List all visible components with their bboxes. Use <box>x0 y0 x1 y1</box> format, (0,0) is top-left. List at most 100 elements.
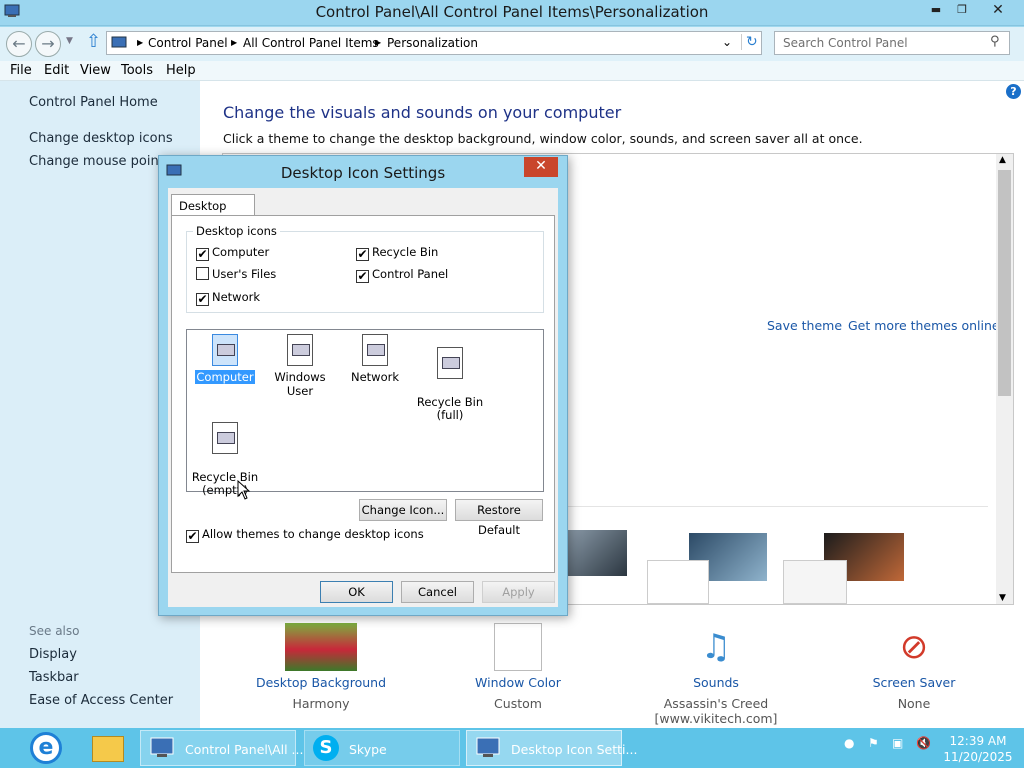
back-button[interactable]: ← <box>6 31 32 57</box>
recent-pages-icon[interactable]: ▼ <box>66 36 73 46</box>
tab-page: Desktop icons ✔ Computer User's Files ✔ Ne… <box>171 215 555 573</box>
icon-item-network[interactable]: Network <box>335 334 415 384</box>
screen-saver-icon: ⊘ <box>899 627 929 667</box>
dialog-body: Desktop Icons Desktop icons ✔Computer Us… <box>168 188 558 607</box>
taskbar-item-control-panel[interactable]: Control Panel\All ... <box>140 730 303 766</box>
icon-item-recycle-bin-empty[interactable]: Recycle Bin (empty) <box>185 409 265 497</box>
control-panel-icon <box>150 737 174 757</box>
desktop-icon-list[interactable]: Computer Windows User Network Recycle Bi… <box>185 329 544 497</box>
screen-saver-label[interactable]: Screen Saver <box>824 675 1004 690</box>
taskbar-item-desktop-icon-settings[interactable]: Desktop Icon Setti... <box>466 730 637 766</box>
sounds-item[interactable]: ♫ Sounds Assassin's Creed [www.vikitech.… <box>618 623 814 726</box>
theme-thumbnail[interactable] <box>647 560 709 604</box>
checkbox-label: Control Panel <box>372 267 449 281</box>
ok-button[interactable]: OK <box>320 581 393 603</box>
see-also-heading: See also <box>29 624 80 638</box>
cancel-button[interactable]: Cancel <box>401 581 474 603</box>
sidebar-taskbar[interactable]: Taskbar <box>29 670 79 685</box>
window-titlebar: Control Panel\All Control Panel Items\Pe… <box>0 0 1024 26</box>
icon-item-computer[interactable]: Computer <box>185 334 265 384</box>
checkbox-computer[interactable]: ✔ Computer <box>196 245 269 261</box>
menu-view[interactable]: View <box>80 63 111 78</box>
breadcrumb-personalization[interactable]: Personalization <box>387 36 478 50</box>
dialog-close-button[interactable]: ✕ <box>524 157 558 177</box>
scroll-down-icon[interactable]: ▼ <box>999 593 1006 603</box>
minimize-button[interactable]: ▬ <box>924 0 948 20</box>
network-icon[interactable]: ▣ <box>892 736 903 750</box>
address-field[interactable]: ▶ Control Panel ▶ All Control Panel Item… <box>106 31 762 55</box>
window-color-item[interactable]: Window Color Custom <box>428 623 608 711</box>
save-theme-link[interactable]: Save theme <box>767 318 842 333</box>
screen-saver-item[interactable]: ⊘ Screen Saver None <box>824 623 1004 711</box>
checkbox-control-panel[interactable]: ✔ Control Panel <box>356 267 448 283</box>
system-clock[interactable]: 12:39 AM 11/20/2025 <box>938 733 1018 765</box>
up-button[interactable]: ⇧ <box>86 31 101 52</box>
refresh-icon[interactable]: ↻ <box>741 34 758 50</box>
maximize-button[interactable]: ❐ <box>950 0 974 20</box>
icon-item-windows-user[interactable]: Windows User <box>260 334 340 398</box>
sounds-value: Assassin's Creed [www.vikitech.com] <box>654 696 778 726</box>
menu-edit[interactable]: Edit <box>44 63 69 78</box>
checkbox-unchecked-icon <box>196 267 209 280</box>
desktop-background-item[interactable]: Desktop Background Harmony <box>231 623 411 711</box>
restore-default-button[interactable]: Restore Default <box>455 499 543 537</box>
search-input[interactable]: Search Control Panel <box>774 31 1010 55</box>
change-icon-button[interactable]: Change Icon... <box>359 499 447 521</box>
checkbox-recycle-bin[interactable]: ✔ Recycle Bin <box>356 245 438 261</box>
sidebar-display[interactable]: Display <box>29 647 77 662</box>
desktop-background-label[interactable]: Desktop Background <box>231 675 411 690</box>
breadcrumb-control-panel[interactable]: Control Panel <box>148 36 228 50</box>
sidebar-ease-of-access[interactable]: Ease of Access Center <box>29 693 173 708</box>
control-panel-icon <box>476 737 500 757</box>
checkbox-checked-icon: ✔ <box>356 247 369 261</box>
screen-saver-value: None <box>897 696 931 711</box>
theme-thumbnail[interactable] <box>566 529 628 577</box>
get-more-themes-link[interactable]: Get more themes online <box>848 318 1000 333</box>
desktop-background-value: Harmony <box>292 696 350 711</box>
menu-help[interactable]: Help <box>166 63 196 78</box>
help-icon[interactable]: ? <box>1006 84 1021 99</box>
menu-file[interactable]: File <box>10 63 32 78</box>
scroll-up-icon[interactable]: ▲ <box>999 155 1006 165</box>
checkbox-network[interactable]: ✔ Network <box>196 290 260 306</box>
search-icon[interactable]: ⚲ <box>990 34 1000 49</box>
page-description: Click a theme to change the desktop back… <box>223 131 863 146</box>
chevron-right-icon: ▶ <box>137 38 144 47</box>
volume-muted-icon[interactable]: 🔇 <box>916 736 931 750</box>
checkbox-users-files[interactable]: User's Files <box>196 267 276 281</box>
checkbox-checked-icon: ✔ <box>186 529 199 543</box>
taskbar-item-label: Skype <box>349 742 387 757</box>
taskbar-item-skype[interactable]: S Skype <box>304 730 460 766</box>
close-button[interactable]: ✕ <box>976 0 1020 20</box>
window-title: Control Panel\All Control Panel Items\Pe… <box>315 3 709 21</box>
user-folder-icon <box>287 334 313 366</box>
address-dropdown-icon[interactable]: ⌄ <box>722 35 732 49</box>
checkbox-checked-icon: ✔ <box>196 292 209 306</box>
menu-bar: File Edit View Tools Help <box>0 61 1024 81</box>
scrollbar-thumb[interactable] <box>998 170 1011 396</box>
forward-button[interactable]: → <box>35 31 61 57</box>
tab-desktop-icons[interactable]: Desktop Icons <box>171 194 255 227</box>
window-color-icon <box>494 623 542 671</box>
dialog-title: Desktop Icon Settings <box>280 164 446 182</box>
menu-tools[interactable]: Tools <box>121 63 153 78</box>
icon-item-recycle-bin-full[interactable]: Recycle Bin (full) <box>410 334 490 422</box>
tray-action-center-icon[interactable]: ⚑ <box>868 736 879 750</box>
window-color-label[interactable]: Window Color <box>428 675 608 690</box>
recycle-bin-full-icon <box>437 347 463 379</box>
sounds-label[interactable]: Sounds <box>618 675 814 690</box>
computer-icon <box>212 334 238 366</box>
checkbox-label: Network <box>212 290 261 304</box>
sidebar-change-desktop-icons[interactable]: Change desktop icons <box>29 131 173 146</box>
file-explorer-icon[interactable] <box>92 736 124 762</box>
checkbox-label: Allow themes to change desktop icons <box>202 527 424 541</box>
breadcrumb-all-items[interactable]: All Control Panel Items <box>243 36 379 50</box>
theme-thumbnail[interactable] <box>783 560 847 604</box>
sidebar-control-panel-home[interactable]: Control Panel Home <box>29 95 158 110</box>
theme-list-scrollbar[interactable]: ▲ ▼ <box>996 154 1013 604</box>
checkbox-checked-icon: ✔ <box>196 247 209 261</box>
internet-explorer-icon[interactable]: e <box>30 732 62 764</box>
tray-notification-icon[interactable]: ● <box>844 736 854 750</box>
checkbox-allow-themes[interactable]: ✔ Allow themes to change desktop icons <box>186 527 424 543</box>
apply-button[interactable]: Apply <box>482 581 555 603</box>
